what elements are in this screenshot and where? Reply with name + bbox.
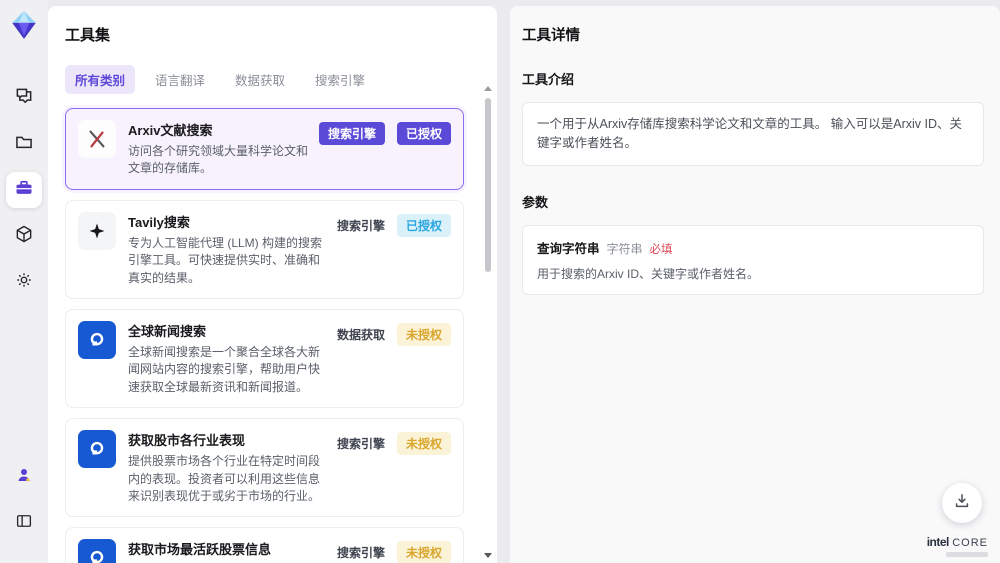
tool-card-tavily[interactable]: Tavily搜索 专为人工智能代理 (LLM) 构建的搜索引擎工具。可快速提供实… <box>65 199 464 299</box>
category-label: 搜索引擎 <box>336 437 385 452</box>
sidebar-item-files[interactable] <box>6 126 42 162</box>
core-wordmark: CORE <box>952 536 988 549</box>
tool-list: Arxiv文献搜索 访问各个研究领域大量科学论文和文章的存储库。 搜索引擎 已授… <box>65 108 478 563</box>
tab-all-categories[interactable]: 所有类别 <box>65 65 136 94</box>
param-description: 用于搜索的Arxiv ID、关键字或作者姓名。 <box>537 266 760 281</box>
tool-name: Tavily搜索 <box>128 214 190 230</box>
sidebar-item-chat[interactable] <box>6 80 42 116</box>
auth-status-badge: 未授权 <box>396 322 451 346</box>
download-icon <box>952 491 972 516</box>
parameter-card: 查询字符串 字符串 必填 用于搜索的Arxiv ID、关键字或作者姓名。 <box>522 224 984 295</box>
user-avatar-icon <box>15 466 33 489</box>
panel-toggle-icon <box>15 512 33 535</box>
details-title: 工具详情 <box>522 28 580 44</box>
news-search-icon <box>78 320 116 359</box>
category-badge: 搜索引擎 <box>318 122 385 145</box>
tool-description: 访问各个研究领域大量科学论文和文章的存储库。 <box>128 144 309 176</box>
tool-description: 提供股票市场各个行业在特定时间段内的表现。投资者可以利用这些信息来识别表现优于或… <box>128 454 321 503</box>
params-section-title: 参数 <box>522 194 549 210</box>
category-label: 搜索引擎 <box>336 218 385 233</box>
tool-name: 全球新闻搜索 <box>128 323 207 339</box>
sidebar-item-toolbox-active[interactable] <box>6 172 42 208</box>
gear-icon <box>14 270 34 295</box>
scroll-up-arrow[interactable] <box>484 86 492 91</box>
sidebar-item-packages[interactable] <box>6 218 42 254</box>
tools-list-panel: 工具集 所有类别 语言翻译 数据获取 搜索引擎 Arxiv文献搜索 访问各个研究… <box>48 6 497 563</box>
auth-status-badge: 未授权 <box>396 541 451 563</box>
param-name: 查询字符串 <box>537 241 600 256</box>
page-title: 工具集 <box>65 27 111 44</box>
tool-name: 获取股市各行业表现 <box>128 433 246 449</box>
tool-card-arxiv[interactable]: Arxiv文献搜索 访问各个研究领域大量科学论文和文章的存储库。 搜索引擎 已授… <box>65 108 464 190</box>
tab-translation[interactable]: 语言翻译 <box>145 65 215 94</box>
category-label: 数据获取 <box>336 327 385 342</box>
tool-card-global-news[interactable]: 全球新闻搜索 全球新闻搜索是一个聚合全球各大新闻网站内容的搜索引擎，帮助用户快速… <box>65 308 464 409</box>
tool-intro-text: 一个用于从Arxiv存储库搜索科学论文和文章的工具。 输入可以是Arxiv ID… <box>522 102 984 166</box>
tab-data-fetch[interactable]: 数据获取 <box>225 65 295 94</box>
intel-core-logo: intel CORE <box>926 534 988 557</box>
sidebar-rail <box>0 0 48 563</box>
tool-description: 全球新闻搜索是一个聚合全球各大新闻网站内容的搜索引擎，帮助用户快速获取全球最新资… <box>128 344 321 394</box>
tool-details-panel: 工具详情 工具介绍 一个用于从Arxiv存储库搜索科学论文和文章的工具。 输入可… <box>510 6 1000 563</box>
arxiv-logo-icon <box>78 120 116 158</box>
param-type: 字符串 <box>606 241 643 256</box>
param-required-badge: 必填 <box>649 243 673 256</box>
auth-status-badge: 已授权 <box>396 213 451 237</box>
tool-name: Arxiv文献搜索 <box>128 123 213 138</box>
intel-sub-badge <box>946 552 988 557</box>
tool-card-sector-performance[interactable]: 获取股市各行业表现 提供股票市场各个行业在特定时间段内的表现。投资者可以利用这些… <box>65 418 464 518</box>
app-logo-icon[interactable] <box>9 10 39 40</box>
sidebar-item-collapse[interactable] <box>6 505 42 541</box>
chat-icon <box>14 86 34 111</box>
auth-status-badge: 未授权 <box>396 432 451 456</box>
tool-name: 获取市场最活跃股票信息 <box>128 542 272 558</box>
tool-description: 专为人工智能代理 (LLM) 构建的搜索引擎工具。可快速提供实时、准确和真实的结… <box>128 235 323 285</box>
tab-search-engine[interactable]: 搜索引擎 <box>305 65 375 94</box>
category-tabs: 所有类别 语言翻译 数据获取 搜索引擎 <box>65 65 478 94</box>
auth-status-badge: 已授权 <box>396 122 451 145</box>
stock-search-icon <box>78 430 116 469</box>
scrollbar[interactable] <box>484 86 492 558</box>
download-button[interactable] <box>942 483 982 523</box>
app-window: 工具集 所有类别 语言翻译 数据获取 搜索引擎 Arxiv文献搜索 访问各个研究… <box>0 0 1000 563</box>
toolbox-icon <box>14 178 34 203</box>
sidebar-item-settings[interactable] <box>6 264 42 300</box>
intel-wordmark: intel <box>926 534 950 549</box>
sidebar-item-user[interactable] <box>6 459 42 495</box>
tavily-star-icon <box>78 211 116 250</box>
scroll-down-arrow[interactable] <box>484 553 492 558</box>
intro-section-title: 工具介绍 <box>522 72 575 87</box>
category-label: 搜索引擎 <box>336 546 385 561</box>
scrollbar-thumb[interactable] <box>485 98 491 272</box>
tool-card-active-stocks[interactable]: 获取市场最活跃股票信息 提供当天交易量最高的股票列表，投资者可以利用这些信息来识… <box>65 527 464 563</box>
stock-search-icon <box>78 539 116 563</box>
folder-icon <box>14 132 34 157</box>
cube-icon <box>14 224 34 249</box>
